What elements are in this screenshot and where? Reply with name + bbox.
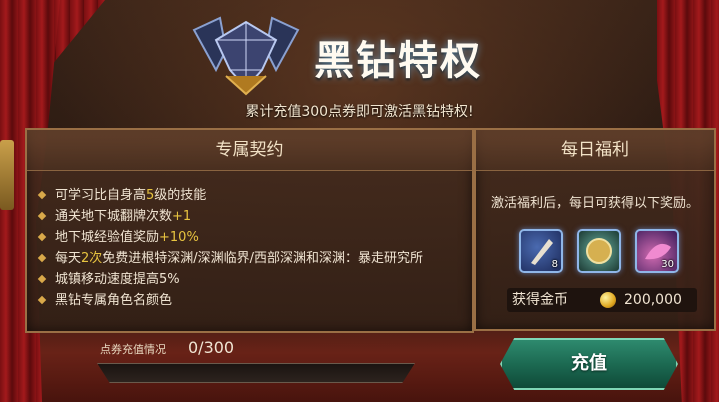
gold-medal-icon[interactable] [577, 229, 621, 273]
benefit-item: 城镇移动速度提高5% [37, 269, 423, 290]
bullet-diamond-icon [37, 253, 47, 262]
benefit-item: 每天2次免费进根特深渊/深渊临界/西部深渊和深渊：暴走研究所 [37, 248, 424, 269]
benefit-item: 地下城经验值奖励+10% [37, 227, 423, 248]
page-title: 黑钻特权 [314, 37, 482, 84]
medal-glyph-icon [586, 238, 612, 264]
magic-potion-icon[interactable]: 30 [635, 229, 679, 273]
benefit-text: 黑钻专属角色名颜色 [55, 293, 173, 308]
benefit-text: 地下城经验值奖励 [55, 230, 160, 245]
benefit-item: 通关地下城翻牌次数+1 [37, 206, 423, 227]
curtain-tassel [0, 140, 14, 210]
skill-scroll-icon[interactable]: 8 [519, 229, 563, 273]
contract-heading: 专属契约 [27, 130, 472, 171]
benefit-list: 可学习比自身高5级的技能 通关地下城翻牌次数+1 地下城经验值奖励+10% 每天… [37, 185, 424, 311]
daily-description: 激活福利后，每日可获得以下奖励。 [490, 196, 699, 211]
page-subtitle: 累计充值300点券即可激活黑钻特权! [245, 104, 474, 120]
gold-coin-icon [600, 292, 616, 308]
progress-value: 0/300 [188, 338, 235, 357]
bullet-diamond-icon [37, 211, 47, 220]
benefit-item: 黑钻专属角色名颜色 [37, 290, 423, 311]
benefit-text: 通关地下城翻牌次数 [55, 209, 173, 224]
recharge-button[interactable]: 充值 [500, 338, 678, 390]
benefit-text: 级的技能 [154, 188, 207, 203]
benefit-highlight: 2次 [81, 251, 103, 266]
item-quantity: 30 [661, 259, 674, 270]
benefit-highlight: +10% [159, 230, 199, 245]
item-quantity: 8 [551, 259, 558, 270]
black-diamond-emblem-icon [192, 16, 300, 96]
daily-panel: 每日福利 激活福利后，每日可获得以下奖励。 8 30 获得金币 200,000 [474, 128, 716, 331]
progress-bar [97, 363, 415, 383]
bullet-diamond-icon [37, 190, 47, 199]
contract-panel: 专属契约 可学习比自身高5级的技能 通关地下城翻牌次数+1 地下城经验值奖励+1… [25, 128, 474, 333]
bullet-diamond-icon [37, 295, 47, 304]
gold-value: 200,000 [624, 292, 682, 308]
benefit-text: 每天 [55, 251, 82, 266]
bullet-diamond-icon [37, 232, 47, 241]
benefit-item: 可学习比自身高5级的技能 [37, 185, 423, 206]
gold-reward-row: 获得金币 200,000 [507, 288, 697, 312]
benefit-text: 免费进根特深渊/深渊临界/西部深渊和深渊：暴走研究所 [102, 251, 424, 266]
progress-label: 点券充值情况 [100, 343, 166, 356]
daily-heading: 每日福利 [476, 130, 714, 171]
benefit-text: 可学习比自身高 [55, 188, 147, 203]
gold-label: 获得金币 [512, 292, 568, 308]
bullet-diamond-icon [37, 274, 47, 283]
benefit-highlight: +1 [172, 209, 192, 224]
benefit-text: 城镇移动速度提高5% [55, 272, 180, 287]
